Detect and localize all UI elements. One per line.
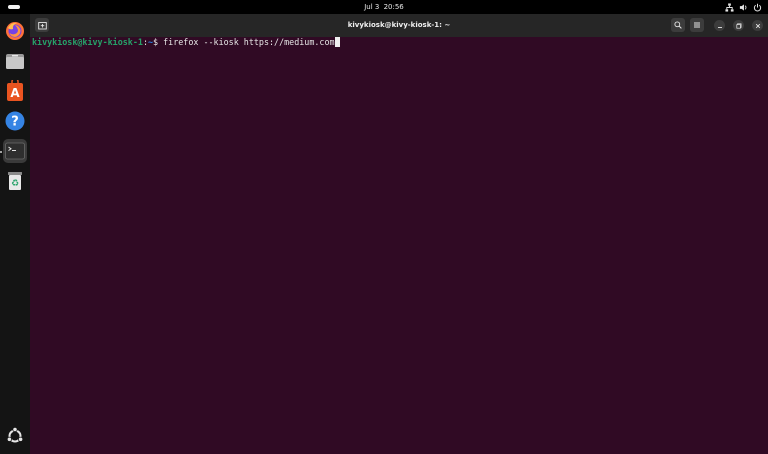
terminal-icon	[5, 142, 25, 160]
app-center-icon: A	[7, 80, 23, 101]
minimize-icon	[717, 26, 722, 28]
svg-text:A: A	[10, 86, 20, 100]
maximize-button[interactable]	[733, 20, 744, 31]
dock: A ? ♻	[0, 14, 30, 454]
minimize-button[interactable]	[714, 20, 725, 31]
hamburger-menu-icon	[694, 22, 700, 28]
search-button[interactable]	[671, 18, 685, 32]
dock-item-firefox[interactable]	[3, 19, 27, 43]
dock-item-trash[interactable]: ♻	[3, 169, 27, 193]
dock-item-terminal[interactable]	[3, 139, 27, 163]
trash-icon: ♻	[8, 172, 22, 190]
running-indicator	[0, 151, 2, 153]
search-icon	[674, 21, 682, 29]
menu-button[interactable]	[690, 18, 704, 32]
window-title: kivykiosk@kivy-kiosk-1: ~	[347, 21, 451, 29]
clock-date: Jul 3	[364, 3, 380, 11]
show-apps-button[interactable]	[3, 424, 27, 448]
firefox-icon	[6, 22, 24, 40]
restore-icon	[735, 22, 741, 29]
window-titlebar[interactable]: kivykiosk@kivy-kiosk-1: ~	[30, 14, 768, 37]
volume-icon[interactable]	[739, 3, 748, 12]
close-button[interactable]	[752, 20, 763, 31]
prompt-user-host: kivykiosk@kivy-kiosk-1	[32, 37, 143, 47]
terminal-window: kivykiosk@kivy-kiosk-1: ~ kivykiosk@kivy…	[30, 14, 768, 454]
close-icon	[755, 23, 760, 28]
files-icon	[6, 54, 24, 69]
dock-item-app-center[interactable]: A	[3, 79, 27, 103]
power-icon[interactable]	[753, 3, 762, 12]
system-tray[interactable]	[725, 2, 762, 12]
help-icon: ?	[5, 111, 25, 131]
command-text: firefox --kiosk https://medium.com	[163, 37, 335, 47]
clock[interactable]: Jul 3 20:56	[0, 0, 768, 14]
top-bar: Jul 3 20:56	[0, 0, 768, 14]
terminal-content[interactable]: kivykiosk@kivy-kiosk-1:~$ firefox --kios…	[32, 37, 766, 452]
svg-text:♻: ♻	[11, 179, 19, 189]
prompt-symbol: $	[153, 37, 164, 47]
ubuntu-logo-icon	[6, 427, 24, 443]
text-cursor	[334, 37, 340, 47]
svg-text:?: ?	[11, 115, 19, 130]
network-icon[interactable]	[725, 2, 734, 12]
dock-item-files[interactable]	[3, 49, 27, 73]
dock-item-help[interactable]: ?	[3, 109, 27, 133]
clock-time: 20:56	[383, 3, 404, 11]
